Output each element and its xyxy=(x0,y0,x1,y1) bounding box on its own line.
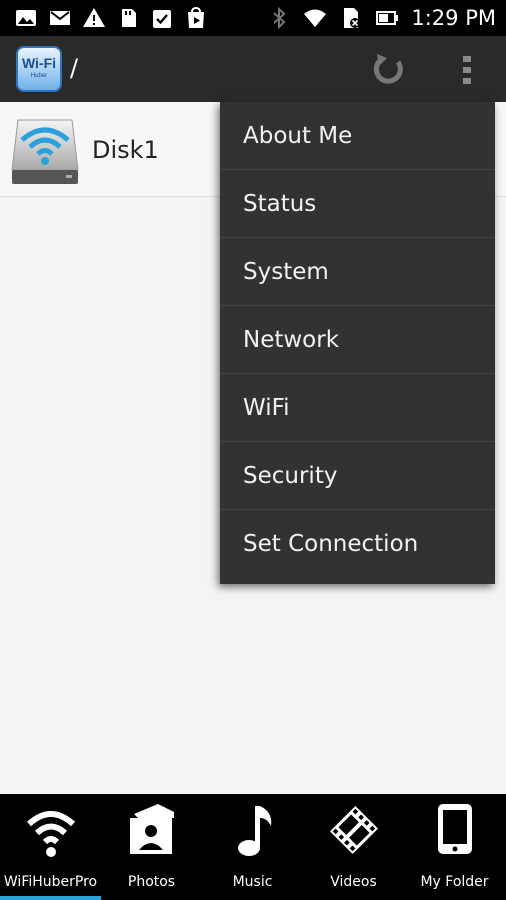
tab-my-folder[interactable]: My Folder xyxy=(404,794,505,900)
menu-item-status[interactable]: Status xyxy=(220,170,495,238)
tab-photos[interactable]: Photos xyxy=(101,794,202,900)
tab-wifihuberpro[interactable]: WiFiHuberPro xyxy=(0,794,101,900)
play-store-icon xyxy=(188,6,204,28)
photo-icon xyxy=(16,10,36,26)
tab-videos[interactable]: Videos xyxy=(303,794,404,900)
menu-item-set-connection[interactable]: Set Connection xyxy=(220,510,495,578)
refresh-icon[interactable] xyxy=(368,50,408,90)
sd-card-icon xyxy=(122,9,136,27)
overflow-menu: About Me Status System Network WiFi Secu… xyxy=(220,102,495,584)
film-icon xyxy=(329,805,379,855)
action-bar: Wi-Fi Huber / xyxy=(0,36,506,102)
tab-music[interactable]: Music xyxy=(202,794,303,900)
battery-icon xyxy=(376,11,399,25)
app-logo[interactable]: Wi-Fi Huber xyxy=(16,46,62,92)
wifi-signal-icon xyxy=(304,9,327,27)
music-note-icon xyxy=(238,806,272,856)
system-icons: 1:29 PM xyxy=(267,6,496,30)
sim-icon xyxy=(344,8,361,28)
menu-item-wifi[interactable]: WiFi xyxy=(220,374,495,442)
tablet-icon xyxy=(438,804,472,854)
photos-icon xyxy=(130,804,174,854)
bluetooth-icon xyxy=(273,6,286,30)
gmail-icon xyxy=(50,11,70,25)
status-bar: 1:29 PM xyxy=(0,0,506,36)
overflow-menu-icon[interactable] xyxy=(454,50,480,90)
menu-item-network[interactable]: Network xyxy=(220,306,495,374)
tab-label: My Folder xyxy=(420,874,489,890)
disk-label: Disk1 xyxy=(92,136,159,164)
tab-label: WiFiHuberPro xyxy=(3,874,98,890)
wifi-drive-icon xyxy=(11,119,79,184)
current-path: / xyxy=(70,54,79,82)
tab-label: Photos xyxy=(127,874,176,890)
notification-icons xyxy=(14,6,208,30)
tab-label: Videos xyxy=(330,874,377,890)
app-logo-subtext: Huber xyxy=(30,73,48,79)
active-tab-indicator xyxy=(0,896,101,900)
clipboard-check-icon xyxy=(153,10,171,28)
app-logo-text: Wi-Fi xyxy=(21,55,57,71)
menu-item-about-me[interactable]: About Me xyxy=(220,102,495,170)
bottom-tab-bar: WiFiHuberPro Photos Music Videos My Fold… xyxy=(0,794,506,900)
menu-item-security[interactable]: Security xyxy=(220,442,495,510)
tab-label: Music xyxy=(232,874,273,890)
clock: 1:29 PM xyxy=(411,6,496,30)
wifi-icon xyxy=(26,811,76,857)
warning-icon xyxy=(83,8,105,27)
menu-item-system[interactable]: System xyxy=(220,238,495,306)
